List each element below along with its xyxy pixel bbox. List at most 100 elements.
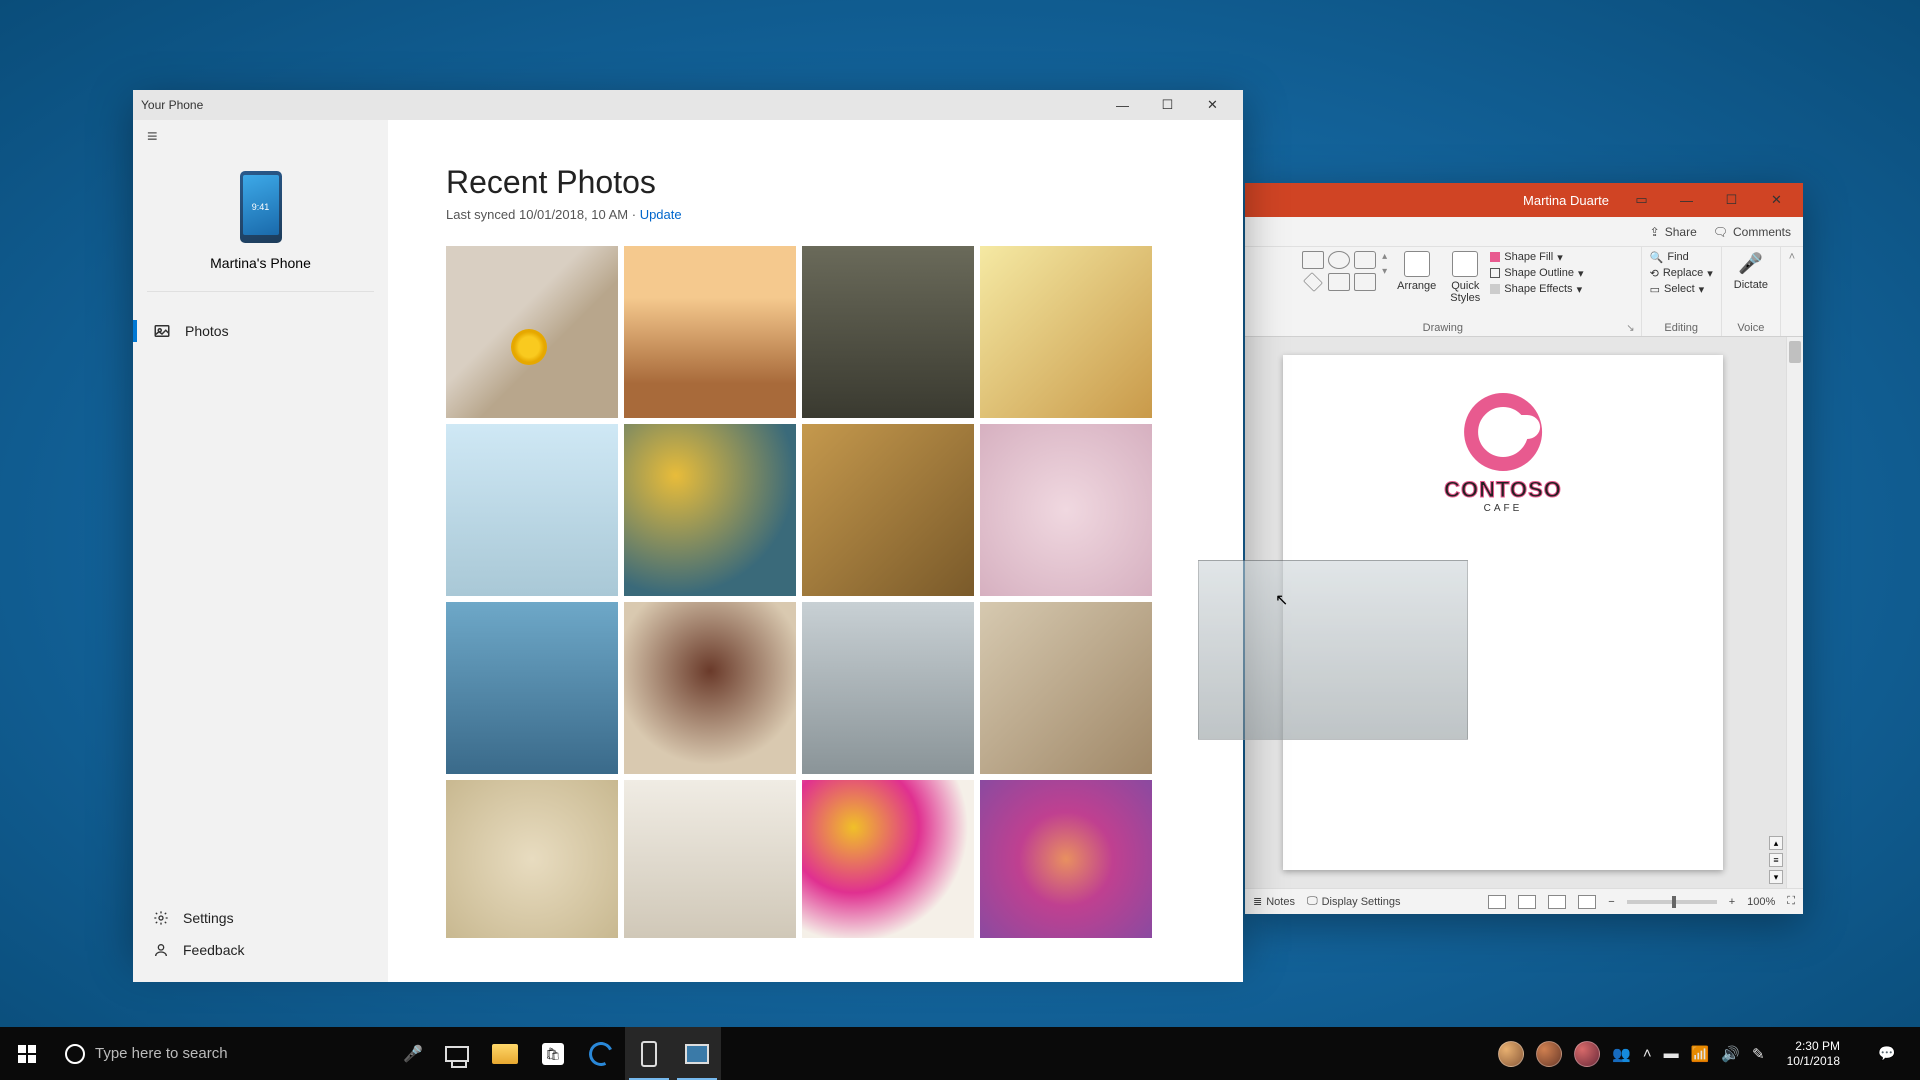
close-button[interactable]: ✕: [1190, 90, 1235, 120]
clock-time: 2:30 PM: [1787, 1039, 1840, 1054]
slide-nav-controls: ▴ ≡ ▾: [1767, 337, 1785, 888]
replace-icon: ⟲: [1650, 267, 1659, 280]
people-avatar[interactable]: [1498, 1041, 1524, 1067]
maximize-button[interactable]: ☐: [1709, 185, 1754, 215]
photo-thumbnail[interactable]: [624, 780, 796, 938]
microsoft-store-button[interactable]: 🛍: [529, 1027, 577, 1080]
photo-thumbnail[interactable]: [446, 780, 618, 938]
photo-thumbnail[interactable]: [446, 602, 618, 774]
shape-outline-button[interactable]: Shape Outline▾: [1490, 267, 1583, 280]
sidebar-item-settings[interactable]: Settings: [133, 902, 388, 934]
palette-up-icon[interactable]: ▴: [1382, 251, 1387, 262]
photo-grid: [446, 246, 1185, 938]
photo-thumbnail[interactable]: [446, 424, 618, 596]
edge-browser-button[interactable]: [577, 1027, 625, 1080]
hamburger-button[interactable]: ≡: [133, 120, 388, 153]
action-center-button[interactable]: 💬: [1862, 1045, 1912, 1062]
photo-thumbnail[interactable]: [980, 602, 1152, 774]
start-button[interactable]: [0, 1027, 53, 1080]
sidebar-item-photos[interactable]: Photos: [133, 314, 388, 348]
shape-effects-button[interactable]: Shape Effects▾: [1490, 283, 1583, 296]
people-avatar[interactable]: [1536, 1041, 1562, 1067]
zoom-in-button[interactable]: +: [1729, 896, 1735, 908]
yourphone-sidebar: ≡ 9:41 Martina's Phone Photos Settings F…: [133, 120, 388, 982]
phone-info: 9:41 Martina's Phone: [147, 153, 374, 292]
fit-window-button[interactable]: ⛶: [1787, 895, 1795, 908]
photo-thumbnail[interactable]: [802, 780, 974, 938]
palette-down-icon[interactable]: ▾: [1382, 266, 1387, 277]
taskbar-search[interactable]: Type here to search: [53, 1027, 393, 1080]
display-icon: 🖵: [1307, 895, 1318, 908]
share-button[interactable]: ⇪Share: [1650, 225, 1697, 239]
powerpoint-titlebar[interactable]: Martina Duarte ▭ — ☐ ✕: [1245, 183, 1803, 217]
comments-button[interactable]: 🗨Comments: [1713, 225, 1791, 239]
update-link[interactable]: Update: [640, 207, 682, 222]
find-button[interactable]: 🔍Find: [1650, 251, 1713, 264]
zoom-slider[interactable]: [1627, 900, 1717, 904]
photo-thumbnail[interactable]: [624, 424, 796, 596]
drag-preview: [1198, 560, 1468, 740]
normal-view-button[interactable]: [1488, 895, 1506, 909]
close-button[interactable]: ✕: [1754, 185, 1799, 215]
shape-fill-button[interactable]: Shape Fill▾: [1490, 251, 1583, 264]
yourphone-taskbar-button[interactable]: [625, 1027, 673, 1080]
replace-button[interactable]: ⟲Replace▾: [1650, 267, 1713, 280]
ribbon-collapse-icon[interactable]: ˄: [1789, 251, 1795, 263]
zoom-level[interactable]: 100%: [1747, 896, 1775, 908]
photo-thumbnail[interactable]: [624, 246, 796, 418]
sorter-view-button[interactable]: [1518, 895, 1536, 909]
display-settings-button[interactable]: 🖵Display Settings: [1307, 895, 1400, 908]
prev-slide-button[interactable]: ▴: [1769, 836, 1783, 850]
vertical-scrollbar[interactable]: [1786, 337, 1803, 888]
slideshow-view-button[interactable]: [1578, 895, 1596, 909]
photo-thumbnail[interactable]: [980, 780, 1152, 938]
minimize-button[interactable]: —: [1664, 185, 1709, 215]
photo-thumbnail[interactable]: [980, 246, 1152, 418]
tray-chevron-up-icon[interactable]: ˄: [1643, 1045, 1652, 1062]
shape-palette[interactable]: [1302, 251, 1376, 291]
feedback-icon: [153, 942, 169, 958]
photo-thumbnail[interactable]: [980, 424, 1152, 596]
task-view-button[interactable]: [433, 1027, 481, 1080]
windows-logo-icon: [18, 1045, 36, 1063]
yourphone-titlebar[interactable]: Your Phone — ☐ ✕: [133, 90, 1243, 120]
microphone-button[interactable]: 🎤: [393, 1044, 433, 1064]
pen-icon[interactable]: ✎: [1752, 1045, 1765, 1063]
sidebar-item-feedback[interactable]: Feedback: [133, 934, 388, 966]
photos-icon: [153, 322, 171, 340]
dictate-button[interactable]: 🎤Dictate: [1730, 251, 1772, 291]
photo-thumbnail[interactable]: [802, 246, 974, 418]
photos-taskbar-button[interactable]: [673, 1027, 721, 1080]
phone-icon: [641, 1041, 657, 1067]
slide-menu-button[interactable]: ≡: [1769, 853, 1783, 867]
minimize-button[interactable]: —: [1100, 90, 1145, 120]
file-explorer-button[interactable]: [481, 1027, 529, 1080]
next-slide-button[interactable]: ▾: [1769, 870, 1783, 884]
photo-thumbnail[interactable]: [446, 246, 618, 418]
yourphone-window: Your Phone — ☐ ✕ ≡ 9:41 Martina's Phone …: [133, 90, 1243, 955]
notes-button[interactable]: ≣Notes: [1253, 895, 1295, 908]
photo-thumbnail[interactable]: [802, 424, 974, 596]
sidebar-item-label: Photos: [185, 323, 229, 339]
maximize-button[interactable]: ☐: [1145, 90, 1190, 120]
volume-icon[interactable]: 🔊: [1721, 1045, 1740, 1063]
ppt-user-name[interactable]: Martina Duarte: [1523, 193, 1609, 208]
taskbar-clock[interactable]: 2:30 PM 10/1/2018: [1777, 1039, 1850, 1069]
battery-icon[interactable]: ▬: [1664, 1045, 1679, 1062]
search-placeholder: Type here to search: [95, 1045, 228, 1062]
reading-view-button[interactable]: [1548, 895, 1566, 909]
quick-styles-button[interactable]: Quick Styles: [1446, 251, 1484, 304]
ribbon-dialog-launcher[interactable]: ↘: [1626, 323, 1634, 334]
zoom-out-button[interactable]: −: [1608, 896, 1614, 908]
task-view-icon: [445, 1046, 469, 1062]
photo-thumbnail[interactable]: [624, 602, 796, 774]
wifi-icon[interactable]: 📶: [1691, 1045, 1710, 1063]
ppt-account-icon[interactable]: ▭: [1619, 185, 1664, 215]
arrange-button[interactable]: Arrange: [1393, 251, 1440, 292]
people-avatar[interactable]: [1574, 1041, 1600, 1067]
people-button[interactable]: 👥: [1612, 1045, 1631, 1063]
select-button[interactable]: ▭Select▾: [1650, 283, 1713, 296]
ppt-share-bar: ⇪Share 🗨Comments: [1245, 217, 1803, 247]
cortana-icon: [65, 1044, 85, 1064]
photo-thumbnail[interactable]: [802, 602, 974, 774]
